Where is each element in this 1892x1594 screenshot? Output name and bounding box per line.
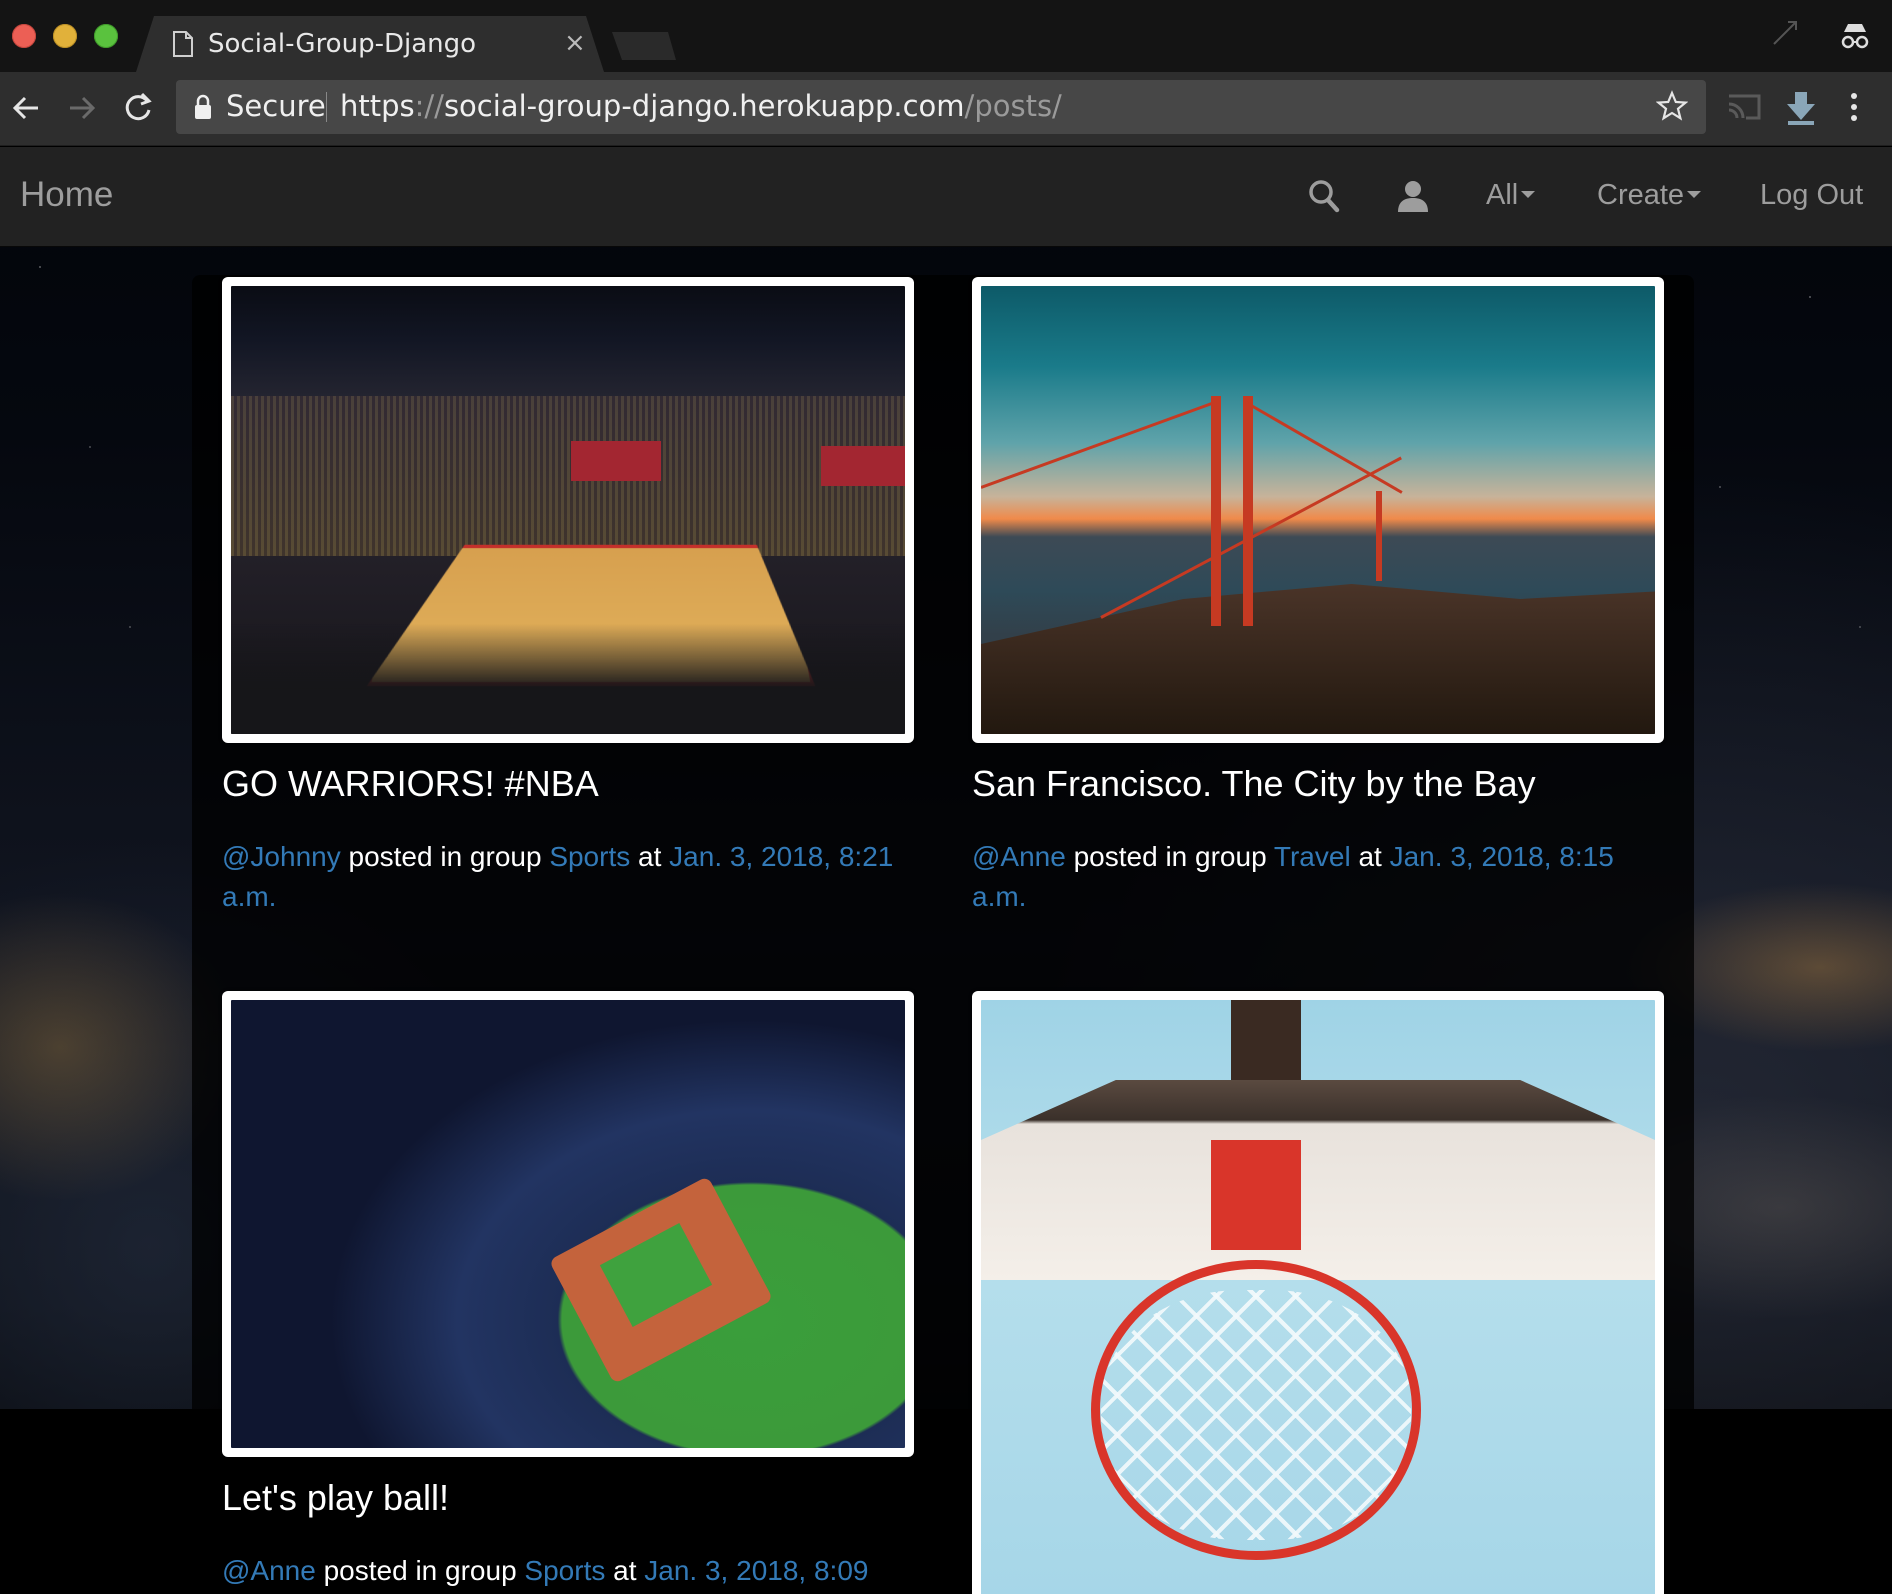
new-tab-button[interactable] <box>612 32 676 60</box>
post-thumbnail[interactable] <box>222 991 914 1457</box>
post-image-arena <box>231 286 905 734</box>
address-separator <box>326 92 327 122</box>
menu-dots-icon[interactable] <box>1846 90 1862 124</box>
post-group-link[interactable]: Sports <box>524 1555 605 1586</box>
browser-tab-bar: Social-Group-Django × <box>0 0 1892 72</box>
post-thumbnail[interactable] <box>972 277 1664 743</box>
post-title[interactable]: San Francisco. The City by the Bay <box>972 763 1536 805</box>
cast-icon[interactable] <box>1726 90 1762 124</box>
post-author-link[interactable]: @Johnny <box>222 841 341 872</box>
post-image-basketball-hoop <box>981 1000 1655 1594</box>
chevron-down-icon <box>1687 190 1702 198</box>
incognito-icon <box>1841 24 1869 49</box>
url-text[interactable]: https://social-group-django.herokuapp.co… <box>340 89 1062 123</box>
download-icon[interactable] <box>1784 90 1818 126</box>
secure-label: Secure <box>226 89 326 123</box>
post-meta: @Anne posted in group Travel at Jan. 3, … <box>972 841 1614 912</box>
browser-tab-active[interactable]: Social-Group-Django × <box>136 16 604 72</box>
user-icon[interactable] <box>1396 179 1430 213</box>
window-minimize-button[interactable] <box>53 24 77 48</box>
all-dropdown[interactable]: All <box>1486 179 1536 212</box>
post-image-stadium <box>231 1000 905 1448</box>
window-close-button[interactable] <box>12 24 36 48</box>
search-icon[interactable] <box>1308 179 1340 213</box>
post-author-link[interactable]: @Anne <box>972 841 1066 872</box>
post-meta: @Anne posted in group Sports at Jan. 3, … <box>222 1555 869 1586</box>
post-title[interactable]: GO WARRIORS! #NBA <box>222 763 599 805</box>
post-date-link[interactable]: Jan. 3, 2018, 8:09 <box>644 1555 868 1586</box>
post-meta: @Johnny posted in group Sports at Jan. 3… <box>222 841 894 912</box>
post-author-link[interactable]: @Anne <box>222 1555 316 1586</box>
tab-title: Social-Group-Django <box>208 29 477 59</box>
tab-close-icon[interactable]: × <box>564 28 586 58</box>
post-thumbnail[interactable] <box>222 277 914 743</box>
reload-icon[interactable] <box>120 90 156 126</box>
home-link[interactable]: Home <box>20 175 113 215</box>
window-zoom-button[interactable] <box>94 24 118 48</box>
back-arrow-icon[interactable] <box>8 90 44 126</box>
post-title[interactable]: Let's play ball! <box>222 1477 449 1519</box>
logout-link[interactable]: Log Out <box>1760 179 1863 212</box>
create-dropdown[interactable]: Create <box>1597 179 1702 212</box>
browser-toolbar: Secure https://social-group-django.herok… <box>0 72 1892 146</box>
bookmark-star-icon[interactable] <box>1656 90 1688 122</box>
post-thumbnail[interactable] <box>972 991 1664 1594</box>
address-bar[interactable]: Secure https://social-group-django.herok… <box>176 80 1706 134</box>
post-group-link[interactable]: Travel <box>1274 841 1351 872</box>
lock-icon <box>195 94 211 119</box>
page-icon <box>173 31 193 57</box>
site-navbar: Home All Create Log Out <box>0 147 1892 247</box>
page-body: Home All Create Log Out GO WARRIORS! #NB… <box>0 147 1892 1594</box>
fullscreen-icon[interactable] <box>1770 18 1800 48</box>
chevron-down-icon <box>1521 190 1536 198</box>
post-group-link[interactable]: Sports <box>549 841 630 872</box>
forward-arrow-icon[interactable] <box>64 90 100 126</box>
post-image-bridge <box>981 286 1655 734</box>
